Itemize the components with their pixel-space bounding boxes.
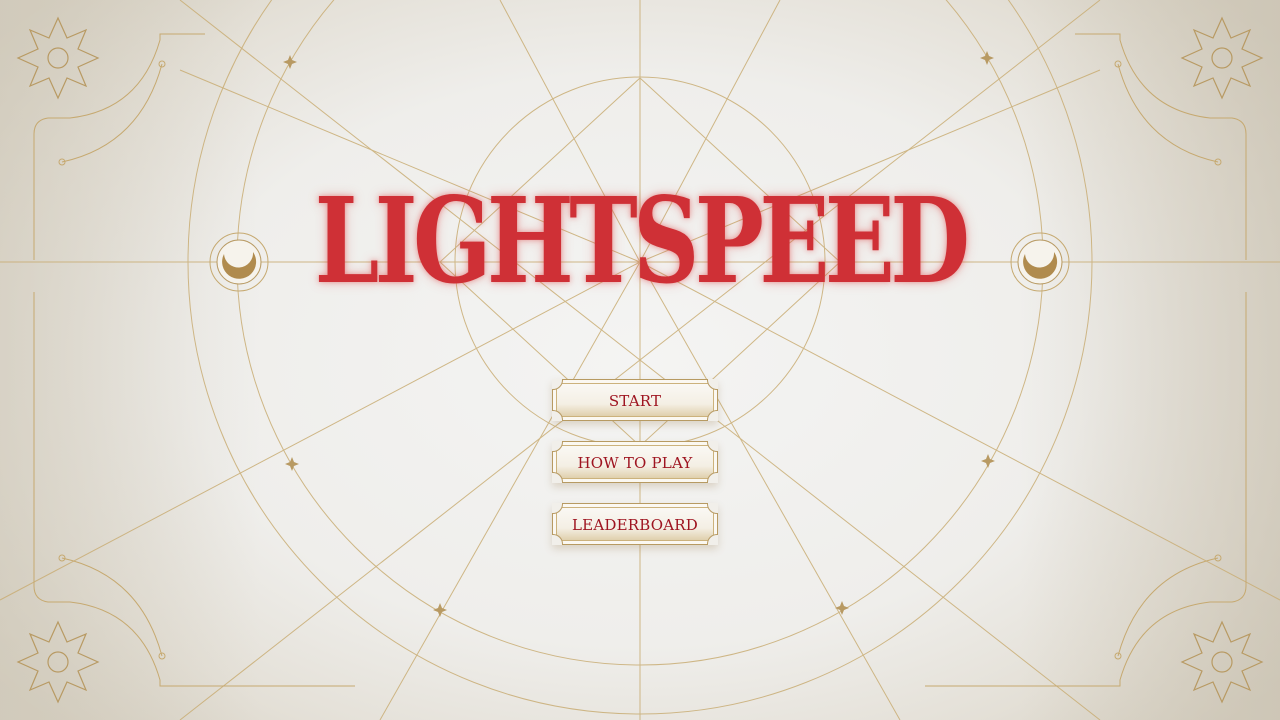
button-corner — [552, 441, 563, 452]
button-corner — [707, 503, 718, 514]
eight-point-star-icon — [1180, 16, 1264, 100]
button-corner — [552, 534, 563, 545]
button-corner — [552, 472, 563, 483]
main-menu: START HOW TO PLAY LEADERBOARD — [552, 379, 720, 565]
button-corner — [552, 503, 563, 514]
background-ornament — [0, 0, 1280, 720]
button-corner — [707, 534, 718, 545]
button-corner — [707, 472, 718, 483]
leaderboard-button-label: LEADERBOARD — [572, 516, 698, 534]
how-to-play-button-label: HOW TO PLAY — [577, 454, 693, 472]
button-corner — [552, 410, 563, 421]
how-to-play-button[interactable]: HOW TO PLAY — [552, 441, 718, 483]
eight-point-star-icon — [1180, 620, 1264, 704]
start-button-label: START — [608, 392, 662, 410]
four-point-star-icon — [283, 55, 297, 69]
eight-point-star-icon — [16, 620, 100, 704]
start-button[interactable]: START — [552, 379, 718, 421]
eight-point-star-icon — [16, 16, 100, 100]
button-corner — [707, 379, 718, 390]
button-corner — [552, 379, 563, 390]
four-point-star-icon — [835, 601, 849, 615]
button-corner — [707, 410, 718, 421]
game-title: LIGHTSPEED — [314, 171, 971, 310]
button-corner — [707, 441, 718, 452]
four-point-star-icon — [285, 457, 299, 471]
four-point-star-icon — [980, 51, 994, 65]
leaderboard-button[interactable]: LEADERBOARD — [552, 503, 718, 545]
